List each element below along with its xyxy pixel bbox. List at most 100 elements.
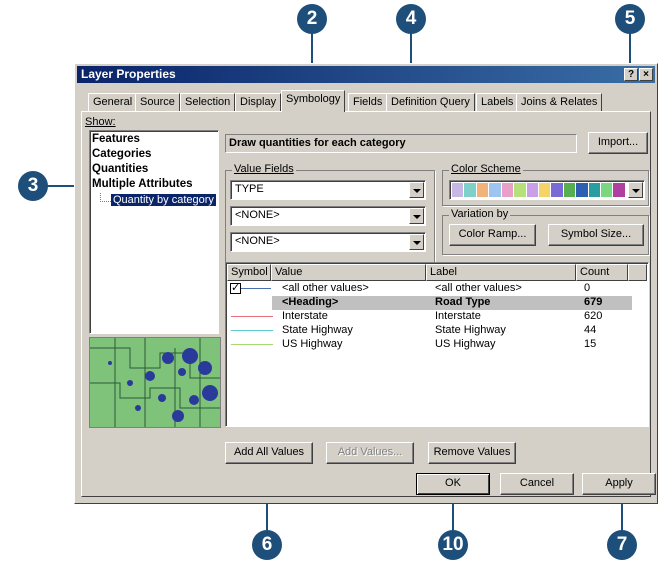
row-count: 44 <box>584 324 597 336</box>
table-row[interactable]: US Highway US Highway 15 <box>227 338 632 352</box>
tab-definition-query[interactable]: Definition Query <box>386 93 475 111</box>
window-title: Layer Properties <box>81 67 176 81</box>
title-bar: Layer Properties ? × <box>77 66 655 83</box>
row-value: State Highway <box>282 324 353 336</box>
remove-values-button[interactable]: Remove Values <box>428 442 516 464</box>
value-field-1-value: TYPE <box>235 183 264 195</box>
symbol-swatch <box>231 330 273 331</box>
symbol-swatch <box>231 316 273 317</box>
row-value: Interstate <box>282 310 328 322</box>
col-count-header[interactable]: Count <box>576 264 628 281</box>
table-row[interactable]: ✓ <all other values> <all other values> … <box>227 282 632 296</box>
callout-2: 2 <box>297 4 327 34</box>
callout-7: 7 <box>607 530 637 560</box>
color-swatch <box>476 183 489 197</box>
add-values-button[interactable]: Add Values... <box>326 442 414 464</box>
chevron-down-icon[interactable] <box>409 208 424 224</box>
symbol-size-button[interactable]: Symbol Size... <box>548 224 644 246</box>
help-button[interactable]: ? <box>624 68 638 81</box>
variation-by-label: Variation by <box>449 208 511 220</box>
renderer-title-band: Draw quantities for each category <box>225 134 577 153</box>
tab-selection[interactable]: Selection <box>180 93 236 111</box>
row-value: <Heading> <box>282 296 339 308</box>
value-field-3-value: <NONE> <box>235 235 280 247</box>
apply-button[interactable]: Apply <box>582 473 656 495</box>
show-item-quantities[interactable]: Quantities <box>92 163 148 175</box>
color-swatch <box>452 183 464 197</box>
color-swatch <box>464 183 476 197</box>
show-list: Features Categories Quantities Multiple … <box>89 130 219 334</box>
show-item-multiple-attributes[interactable]: Multiple Attributes <box>92 178 193 190</box>
symbol-table: Symbol Value Label Count ✓ <all other va… <box>225 262 649 427</box>
preview-map-image <box>89 337 221 428</box>
color-swatch <box>613 183 625 197</box>
callout-5: 5 <box>615 4 645 34</box>
symbology-panel: Show: Features Categories Quantities Mul… <box>81 111 651 497</box>
close-button[interactable]: × <box>639 68 653 81</box>
row-label: Interstate <box>435 310 481 322</box>
chevron-down-icon[interactable] <box>628 182 643 198</box>
value-fields-label: Value Fields <box>232 163 296 175</box>
table-row[interactable]: Interstate Interstate 620 <box>227 310 632 324</box>
show-item-features[interactable]: Features <box>92 133 140 145</box>
cancel-button[interactable]: Cancel <box>500 473 574 495</box>
color-swatch <box>526 183 538 197</box>
show-item-categories[interactable]: Categories <box>92 148 151 160</box>
chevron-down-icon[interactable] <box>409 182 424 198</box>
color-ramp-button[interactable]: Color Ramp... <box>449 224 536 246</box>
color-ramp-swatches <box>452 183 626 197</box>
value-field-1-combo[interactable]: TYPE <box>230 180 426 200</box>
row-count: 0 <box>584 282 591 294</box>
color-swatch <box>576 183 588 197</box>
add-all-values-button[interactable]: Add All Values <box>225 442 313 464</box>
value-field-3-combo[interactable]: <NONE> <box>230 232 426 252</box>
color-swatch <box>588 183 601 197</box>
row-label: Road Type <box>435 296 491 308</box>
tab-display[interactable]: Display <box>235 93 282 111</box>
color-swatch <box>563 183 576 197</box>
tab-general[interactable]: General <box>88 93 138 111</box>
table-row[interactable]: <Heading> Road Type 679 <box>272 296 632 310</box>
row-label: <all other values> <box>435 282 522 294</box>
show-item-quantity-by-category[interactable]: Quantity by category <box>111 194 216 206</box>
value-field-2-value: <NONE> <box>235 209 280 221</box>
layer-properties-dialog: Layer Properties ? × General Source Sele… <box>74 63 658 504</box>
color-scheme-label: Color Scheme <box>449 163 523 175</box>
symbol-swatch <box>241 288 271 289</box>
row-checkbox[interactable]: ✓ <box>230 283 241 294</box>
import-button[interactable]: Import... <box>588 132 648 154</box>
row-value: <all other values> <box>282 282 369 294</box>
col-spacer-header <box>628 264 647 281</box>
renderer-title: Draw quantities for each category <box>229 137 406 149</box>
row-label: US Highway <box>435 338 496 350</box>
tab-source[interactable]: Source <box>135 93 180 111</box>
color-swatch <box>489 183 501 197</box>
tab-fields[interactable]: Fields <box>348 93 388 111</box>
table-row[interactable]: State Highway State Highway 44 <box>227 324 632 338</box>
value-field-2-combo[interactable]: <NONE> <box>230 206 426 226</box>
chevron-down-icon[interactable] <box>409 234 424 250</box>
tab-labels[interactable]: Labels <box>476 93 519 111</box>
color-swatch <box>538 183 551 197</box>
col-symbol-header[interactable]: Symbol <box>227 264 271 281</box>
col-label-header[interactable]: Label <box>426 264 576 281</box>
row-value: US Highway <box>282 338 343 350</box>
symbol-swatch <box>231 344 273 345</box>
row-count: 15 <box>584 338 597 350</box>
tab-joins-relates[interactable]: Joins & Relates <box>516 93 603 111</box>
row-count: 679 <box>584 296 603 308</box>
color-swatch <box>551 183 563 197</box>
show-label: Show: <box>85 116 116 128</box>
color-swatch <box>501 183 514 197</box>
row-label: State Highway <box>435 324 506 336</box>
row-count: 620 <box>584 310 603 322</box>
color-swatch <box>601 183 613 197</box>
color-scheme-combo[interactable] <box>449 180 645 200</box>
callout-6: 6 <box>252 530 282 560</box>
callout-10: 10 <box>438 530 468 560</box>
tab-symbology[interactable]: Symbology <box>281 90 346 112</box>
callout-4: 4 <box>396 4 426 34</box>
ok-button[interactable]: OK <box>416 473 490 495</box>
color-swatch <box>514 183 526 197</box>
col-value-header[interactable]: Value <box>271 264 426 281</box>
